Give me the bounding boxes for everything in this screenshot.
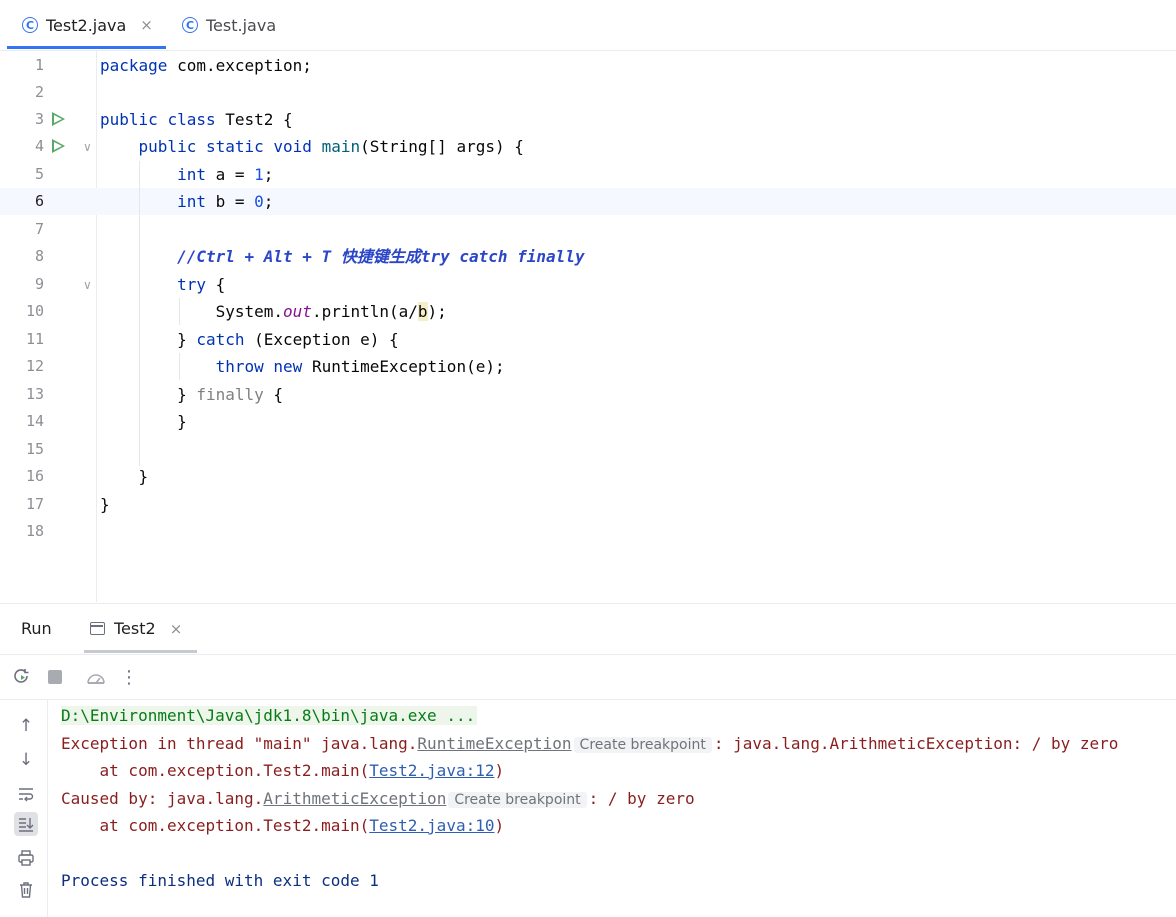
code-line-4: 4 ∨ public static void main(String[] arg… — [0, 133, 1176, 160]
console-output[interactable]: D:\Environment\Java\jdk1.8\bin\java.exe … — [47, 700, 1176, 917]
line-number: 16 — [25, 467, 44, 485]
tab-test2-java[interactable]: C Test2.java × — [22, 0, 153, 50]
exception-class-link[interactable]: RuntimeException — [417, 734, 571, 753]
code-line-6-current: 6 int b = 0; — [0, 188, 1176, 215]
line-number: 6 — [34, 192, 44, 210]
code-line-17: 17 } — [0, 491, 1176, 518]
create-breakpoint-button[interactable]: Create breakpoint — [573, 737, 712, 753]
stop-icon[interactable] — [43, 665, 67, 689]
code-line-9: 9 ∨ try { — [0, 271, 1176, 298]
line-number: 12 — [25, 357, 44, 375]
line-number: 2 — [34, 83, 44, 101]
run-panel-title: Run — [21, 619, 52, 638]
indent-guide — [179, 353, 180, 380]
console-line-stack-2: at com.exception.Test2.main(Test2.java:1… — [61, 816, 505, 835]
code-line-12: 12 throw new RuntimeException(e); — [0, 353, 1176, 380]
console-line-exception: Exception in thread "main" java.lang.Run… — [61, 734, 1119, 753]
line-number: 3 — [34, 110, 44, 128]
line-number: 11 — [25, 330, 44, 348]
create-breakpoint-button[interactable]: Create breakpoint — [448, 792, 587, 808]
code-line-3: 3 public class Test2 { — [0, 106, 1176, 133]
source-link[interactable]: Test2.java:12 — [369, 761, 494, 780]
java-class-icon: C — [182, 17, 198, 33]
code-line-15: 15 — [0, 436, 1176, 463]
indent-guide — [139, 161, 140, 466]
line-number: 14 — [25, 412, 44, 430]
line-number: 4 — [34, 137, 44, 155]
run-gutter-icon[interactable] — [52, 139, 65, 153]
line-number: 7 — [34, 220, 44, 238]
scroll-to-end-icon[interactable] — [14, 812, 38, 836]
run-gutter-icon[interactable] — [52, 112, 65, 126]
code-line-18: 18 — [0, 518, 1176, 545]
console-line-caused-by: Caused by: java.lang.ArithmeticException… — [61, 789, 695, 808]
tab-label: Test.java — [206, 15, 277, 35]
java-class-icon: C — [22, 17, 38, 33]
tab-test-java[interactable]: C Test.java — [182, 0, 276, 50]
line-number: 10 — [25, 302, 44, 320]
console-icon — [90, 622, 105, 635]
run-toolbar: ⋮ — [0, 655, 1176, 700]
more-icon[interactable]: ⋮ — [117, 665, 141, 689]
line-number: 13 — [25, 385, 44, 403]
code-line-2: 2 — [0, 79, 1176, 106]
code-line-11: 11 } catch (Exception e) { — [0, 326, 1176, 353]
line-number: 17 — [25, 495, 44, 513]
code-line-5: 5 int a = 1; — [0, 161, 1176, 188]
close-icon[interactable]: × — [170, 620, 183, 638]
profiler-icon[interactable] — [84, 665, 108, 689]
indent-guide — [179, 298, 180, 325]
console-line-stack-1: at com.exception.Test2.main(Test2.java:1… — [61, 761, 505, 780]
console-side-toolbar: ↑ ↓ — [0, 700, 48, 917]
arrow-up-icon[interactable]: ↑ — [14, 714, 38, 738]
code-line-7: 7 — [0, 216, 1176, 243]
close-icon[interactable]: × — [140, 16, 153, 34]
source-link[interactable]: Test2.java:10 — [369, 816, 494, 835]
active-tab-indicator — [7, 46, 166, 49]
trash-icon[interactable] — [14, 878, 38, 902]
run-panel-header: Run Test2 × — [0, 604, 1176, 655]
line-number: 8 — [34, 247, 44, 265]
rerun-icon[interactable] — [10, 665, 34, 689]
code-editor[interactable]: 1 package com.exception; 2 3 public clas… — [0, 51, 1176, 602]
print-icon[interactable] — [14, 846, 38, 870]
code-line-1: 1 package com.exception; — [0, 52, 1176, 79]
soft-wrap-icon[interactable] — [14, 782, 38, 806]
code-line-8: 8 //Ctrl + Alt + T 快捷键生成try catch finall… — [0, 243, 1176, 270]
fold-chevron-icon[interactable]: ∨ — [83, 278, 92, 292]
line-number: 15 — [25, 440, 44, 458]
editor-tab-bar: C Test2.java × C Test.java — [0, 0, 1176, 51]
exception-class-link[interactable]: ArithmeticException — [263, 789, 446, 808]
code-line-16: 16 } — [0, 463, 1176, 490]
tab-label: Test2.java — [46, 15, 127, 35]
run-tool-window: Run Test2 × ⋮ ↑ ↓ D:\Environment\Java\jd… — [0, 603, 1176, 917]
line-number: 1 — [34, 56, 44, 74]
line-number: 18 — [25, 522, 44, 540]
run-tab-test2[interactable]: Test2 × — [90, 619, 182, 638]
code-line-14: 14 } — [0, 408, 1176, 435]
fold-chevron-icon[interactable]: ∨ — [83, 140, 92, 154]
code-line-10: 10 System.out.println(a/b); — [0, 298, 1176, 325]
line-number: 5 — [34, 165, 44, 183]
console-line-exit: Process finished with exit code 1 — [61, 871, 379, 890]
line-number: 9 — [34, 275, 44, 293]
console-line-command: D:\Environment\Java\jdk1.8\bin\java.exe … — [61, 706, 478, 725]
run-tab-label: Test2 — [114, 619, 156, 638]
active-run-tab-indicator — [84, 650, 197, 653]
arrow-down-icon[interactable]: ↓ — [14, 748, 38, 772]
code-line-13: 13 } finally { — [0, 381, 1176, 408]
